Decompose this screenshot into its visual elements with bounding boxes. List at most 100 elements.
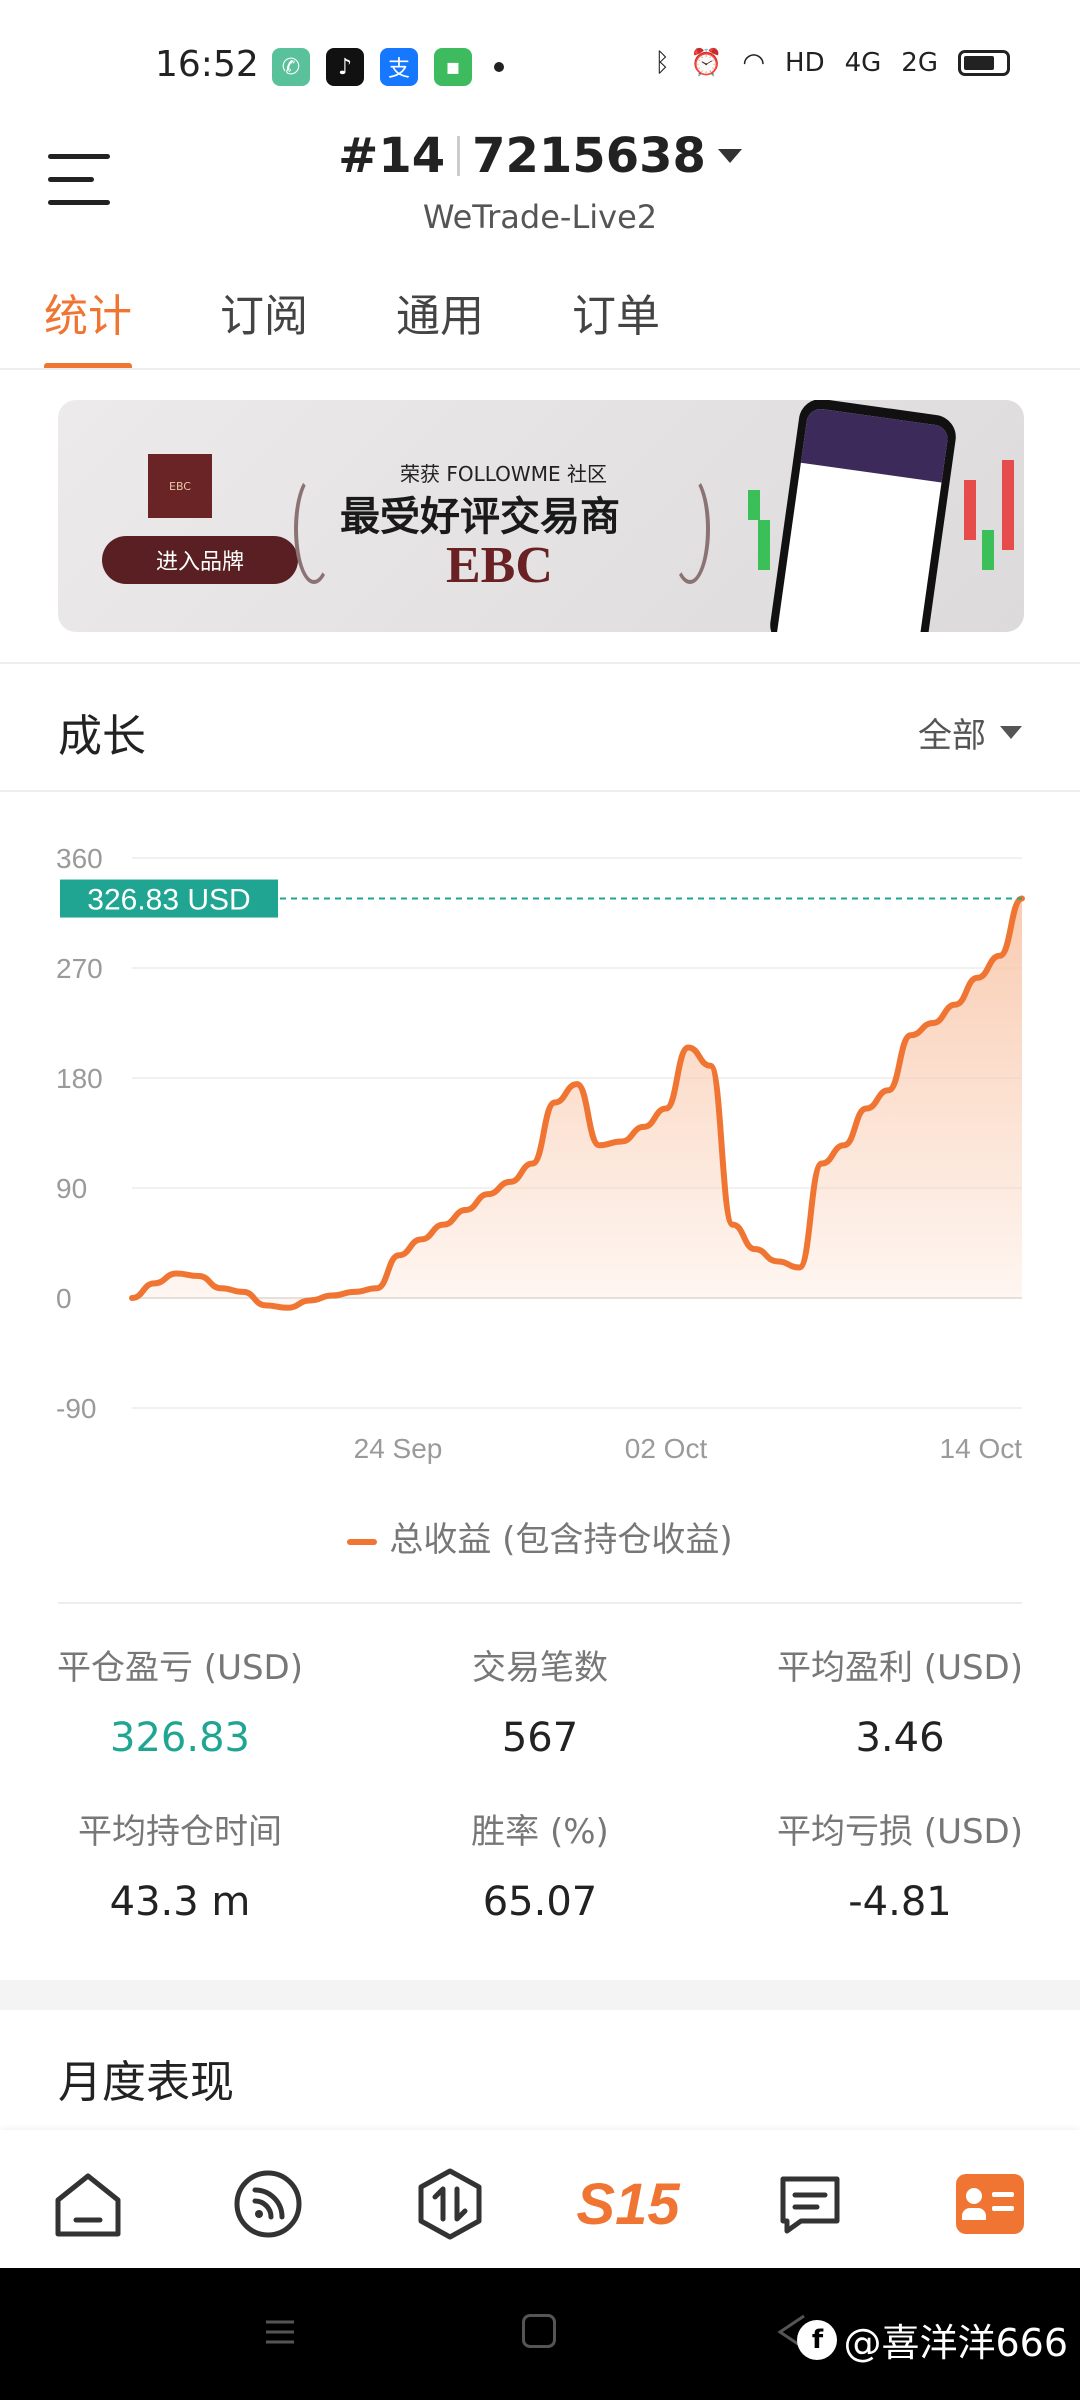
account-prefix: #14 xyxy=(338,128,446,184)
stat-value: -4.81 xyxy=(848,1879,952,1925)
section-separator xyxy=(0,1980,1080,2010)
tab-orders[interactable]: 订单 xyxy=(572,280,660,370)
stat-value: 567 xyxy=(501,1715,579,1761)
growth-title: 成长 xyxy=(58,711,146,762)
tiktok-icon: ♪ xyxy=(326,48,364,86)
ebc-logo: EBC xyxy=(148,454,212,518)
y-tick-label: 360 xyxy=(56,843,103,874)
signal-4g: 4G xyxy=(844,48,882,78)
signal-2g: 2G xyxy=(901,48,938,78)
ad-banner[interactable]: EBC 进入品牌 荣获 FOLLOWME 社区 最受好评交易商 EBC xyxy=(58,400,1024,632)
legend-label: 总收益 (包含持仓收益) xyxy=(389,1520,733,1560)
bottom-nav: S15 xyxy=(0,2130,1080,2268)
stat-value: 3.46 xyxy=(855,1715,945,1761)
chart-legend[interactable]: 总收益 (包含持仓收益) xyxy=(0,1512,1080,1561)
more-notifications-dot xyxy=(494,62,504,72)
x-tick-label: 14 Oct xyxy=(940,1433,1023,1464)
server-name: WeTrade-Live2 xyxy=(422,198,658,236)
watermark: f @喜洋洋666 xyxy=(797,2312,1068,2367)
stat-label: 胜率 (%) xyxy=(471,1812,609,1852)
nav-home[interactable] xyxy=(50,2166,126,2242)
period-filter-label: 全部 xyxy=(918,716,986,756)
stat-label: 平均亏损 (USD) xyxy=(777,1812,1023,1852)
phone-app-icon: ✆ xyxy=(272,48,310,86)
period-filter[interactable]: 全部 xyxy=(918,708,1022,757)
caret-down-icon xyxy=(717,149,742,163)
stat-avg-profit: 平均盈利 (USD) 3.46 xyxy=(730,1640,1070,1761)
nav-profile[interactable] xyxy=(952,2166,1028,2242)
network-label: HD xyxy=(785,48,825,78)
banner-subtitle: 荣获 FOLLOWME 社区 xyxy=(400,462,607,486)
candle-icon xyxy=(1002,460,1014,550)
candle-icon xyxy=(748,490,760,520)
tab-general[interactable]: 通用 xyxy=(396,280,484,370)
watermark-logo-icon: f xyxy=(797,2319,838,2360)
y-tick-label: 180 xyxy=(56,1063,103,1094)
trade-icon xyxy=(418,2168,482,2240)
candle-icon xyxy=(982,530,994,570)
monthly-performance-title: 月度表现 xyxy=(58,2057,234,2108)
series-area xyxy=(132,898,1022,1308)
stat-avg-loss: 平均亏损 (USD) -4.81 xyxy=(730,1804,1070,1925)
candle-icon xyxy=(758,520,770,570)
feed-icon xyxy=(234,2170,302,2238)
nav-feed[interactable] xyxy=(230,2166,306,2242)
stat-label: 交易笔数 xyxy=(472,1648,608,1688)
notification-icons: ✆ ♪ 支 ▪ xyxy=(272,48,504,86)
battery-icon xyxy=(958,50,1010,76)
divider xyxy=(0,790,1080,792)
tab-subscriptions[interactable]: 订阅 xyxy=(220,280,308,370)
divider xyxy=(0,662,1080,664)
bluetooth-icon: ᛒ xyxy=(654,48,670,78)
y-tick-label: 90 xyxy=(56,1173,87,1204)
message-icon xyxy=(780,2176,840,2234)
message-app-icon: ▪ xyxy=(434,48,472,86)
stat-label: 平均持仓时间 xyxy=(78,1812,282,1852)
profile-icon xyxy=(956,2174,1024,2234)
home-button-icon[interactable] xyxy=(522,2314,556,2348)
tab-statistics[interactable]: 统计 xyxy=(44,280,132,370)
caret-down-icon xyxy=(1000,726,1022,739)
x-tick-label: 24 Sep xyxy=(354,1433,443,1464)
wifi-icon: ◠ xyxy=(742,48,766,78)
growth-chart[interactable]: 360 270 180 90 0 -90 24 Sep 02 Oct 14 Oct 326.83 … xyxy=(0,820,1080,1480)
stat-avg-hold: 平均持仓时间 43.3 m xyxy=(10,1804,350,1925)
laurel-right-icon xyxy=(670,474,710,584)
nav-trade[interactable] xyxy=(412,2166,488,2242)
enter-brand-button[interactable]: 进入品牌 xyxy=(102,536,298,584)
stat-label: 平均盈利 (USD) xyxy=(777,1648,1023,1688)
alipay-icon: 支 xyxy=(380,48,418,86)
stat-value: 65.07 xyxy=(482,1879,598,1925)
y-tick-label: 0 xyxy=(56,1283,72,1314)
s15-logo: S15 xyxy=(576,2171,680,2237)
recent-apps-icon[interactable] xyxy=(262,2314,298,2350)
account-separator xyxy=(457,136,461,176)
y-tick-label: 270 xyxy=(56,953,103,984)
stat-closed-pl: 平仓盈亏 (USD) 326.83 xyxy=(10,1640,350,1761)
x-tick-label: 02 Oct xyxy=(625,1433,708,1464)
status-bar: 16:52 ✆ ♪ 支 ▪ ᛒ ⏰ ◠ HD 4G 2G xyxy=(0,0,1080,130)
stat-trades: 交易笔数 567 xyxy=(370,1640,710,1761)
system-nav-bar: f @喜洋洋666 xyxy=(0,2268,1080,2400)
tab-bar: 统计 订阅 通用 订单 xyxy=(44,280,748,370)
stat-value: 326.83 xyxy=(110,1715,250,1761)
account-number: 7215638 xyxy=(472,128,706,184)
y-tick-label: -90 xyxy=(56,1393,96,1424)
alarm-icon: ⏰ xyxy=(689,48,723,78)
home-icon xyxy=(55,2173,121,2237)
banner-brand: EBC xyxy=(446,537,553,594)
candle-icon xyxy=(964,480,976,540)
divider xyxy=(0,368,1080,370)
current-value-label: 326.83 USD xyxy=(87,884,250,917)
divider xyxy=(58,1602,1022,1604)
stat-label: 平仓盈亏 (USD) xyxy=(57,1648,303,1688)
stat-value: 43.3 m xyxy=(109,1879,251,1925)
legend-swatch xyxy=(347,1538,378,1545)
stat-win-rate: 胜率 (%) 65.07 xyxy=(370,1804,710,1925)
nav-messages[interactable] xyxy=(772,2166,848,2242)
status-indicators: ᛒ ⏰ ◠ HD 4G 2G xyxy=(654,48,1010,78)
account-selector[interactable]: #14 7215638 WeTrade-Live2 xyxy=(0,128,1080,236)
banner-title: 最受好评交易商 xyxy=(340,494,620,540)
nav-s15[interactable]: S15 xyxy=(568,2166,688,2242)
laurel-left-icon xyxy=(294,474,334,584)
